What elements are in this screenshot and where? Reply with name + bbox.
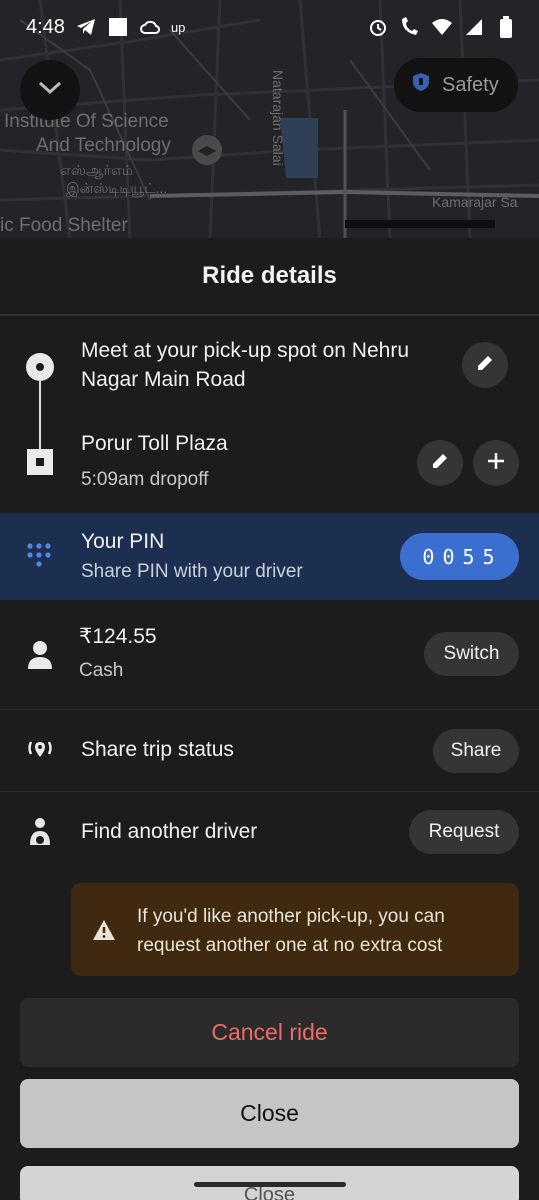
map-label: And Technology <box>36 135 171 156</box>
close-button[interactable]: Close <box>20 1079 519 1148</box>
request-driver-button[interactable]: Request <box>409 810 519 854</box>
map-label: Natarajan Salai <box>270 70 286 166</box>
chevron-down-icon <box>38 81 62 100</box>
warning-text: If you'd like another pick-up, you can r… <box>137 906 445 956</box>
dropoff-marker-icon <box>27 449 53 475</box>
cancel-ride-button[interactable]: Cancel ride <box>20 998 519 1067</box>
add-stop-button[interactable] <box>473 440 519 486</box>
payment-method: Cash <box>79 660 124 681</box>
shield-icon <box>412 72 430 98</box>
pickup-location[interactable]: Meet at your pick-up spot on Nehru Nagar… <box>81 336 431 394</box>
pencil-icon <box>476 354 494 377</box>
share-button[interactable]: Share <box>433 729 519 773</box>
map-label: இன்ஸ்டிடியூட்... <box>66 180 168 196</box>
divider <box>0 791 539 792</box>
map-label: Institute Of Science <box>4 111 169 132</box>
map-label: ic Food Shelter <box>0 215 128 236</box>
map-label: Kamarajar Sa <box>432 194 518 210</box>
pickup-marker-icon <box>26 353 54 381</box>
alarm-icon <box>367 16 389 38</box>
pencil-icon <box>431 452 449 475</box>
status-bar: 4:48 up <box>0 0 539 54</box>
fare-amount: ₹124.55 <box>79 625 157 648</box>
pin-code: 0055 <box>400 533 519 580</box>
dropoff-time: 5:09am dropoff <box>81 469 209 490</box>
driver-seat-icon <box>28 817 52 852</box>
plus-icon <box>486 451 506 476</box>
keypad-dots-icon <box>26 542 54 575</box>
route-line <box>39 381 41 449</box>
safety-button[interactable]: Safety <box>394 58 518 112</box>
warning-icon <box>92 919 116 946</box>
battery-icon <box>495 16 517 38</box>
stop-icon <box>107 16 129 38</box>
sheet-title: Ride details <box>0 238 539 316</box>
divider <box>0 709 539 710</box>
signal-icon <box>463 16 485 38</box>
wifi-icon <box>431 16 453 38</box>
cloud-icon <box>139 16 161 38</box>
share-trip-label[interactable]: Share trip status <box>81 738 234 762</box>
dropoff-location[interactable]: Porur Toll Plaza <box>81 432 228 456</box>
edit-dropoff-button[interactable] <box>417 440 463 486</box>
wifi-calling-icon <box>399 16 421 38</box>
safety-label: Safety <box>442 73 499 96</box>
screen: Institute Of Science And Technology எஸ்ஆ… <box>0 0 539 1200</box>
home-indicator[interactable] <box>194 1182 346 1187</box>
collapse-button[interactable] <box>20 60 80 120</box>
pin-title: Your PIN <box>81 530 165 553</box>
switch-payment-button[interactable]: Switch <box>424 632 519 676</box>
up-label: up <box>170 19 186 35</box>
telegram-icon <box>75 16 97 38</box>
pin-subtitle: Share PIN with your driver <box>81 561 303 582</box>
broadcast-location-icon <box>26 738 54 767</box>
person-icon <box>27 640 53 675</box>
edit-pickup-button[interactable] <box>462 342 508 388</box>
status-time: 4:48 <box>26 15 65 38</box>
find-driver-label[interactable]: Find another driver <box>81 820 257 844</box>
